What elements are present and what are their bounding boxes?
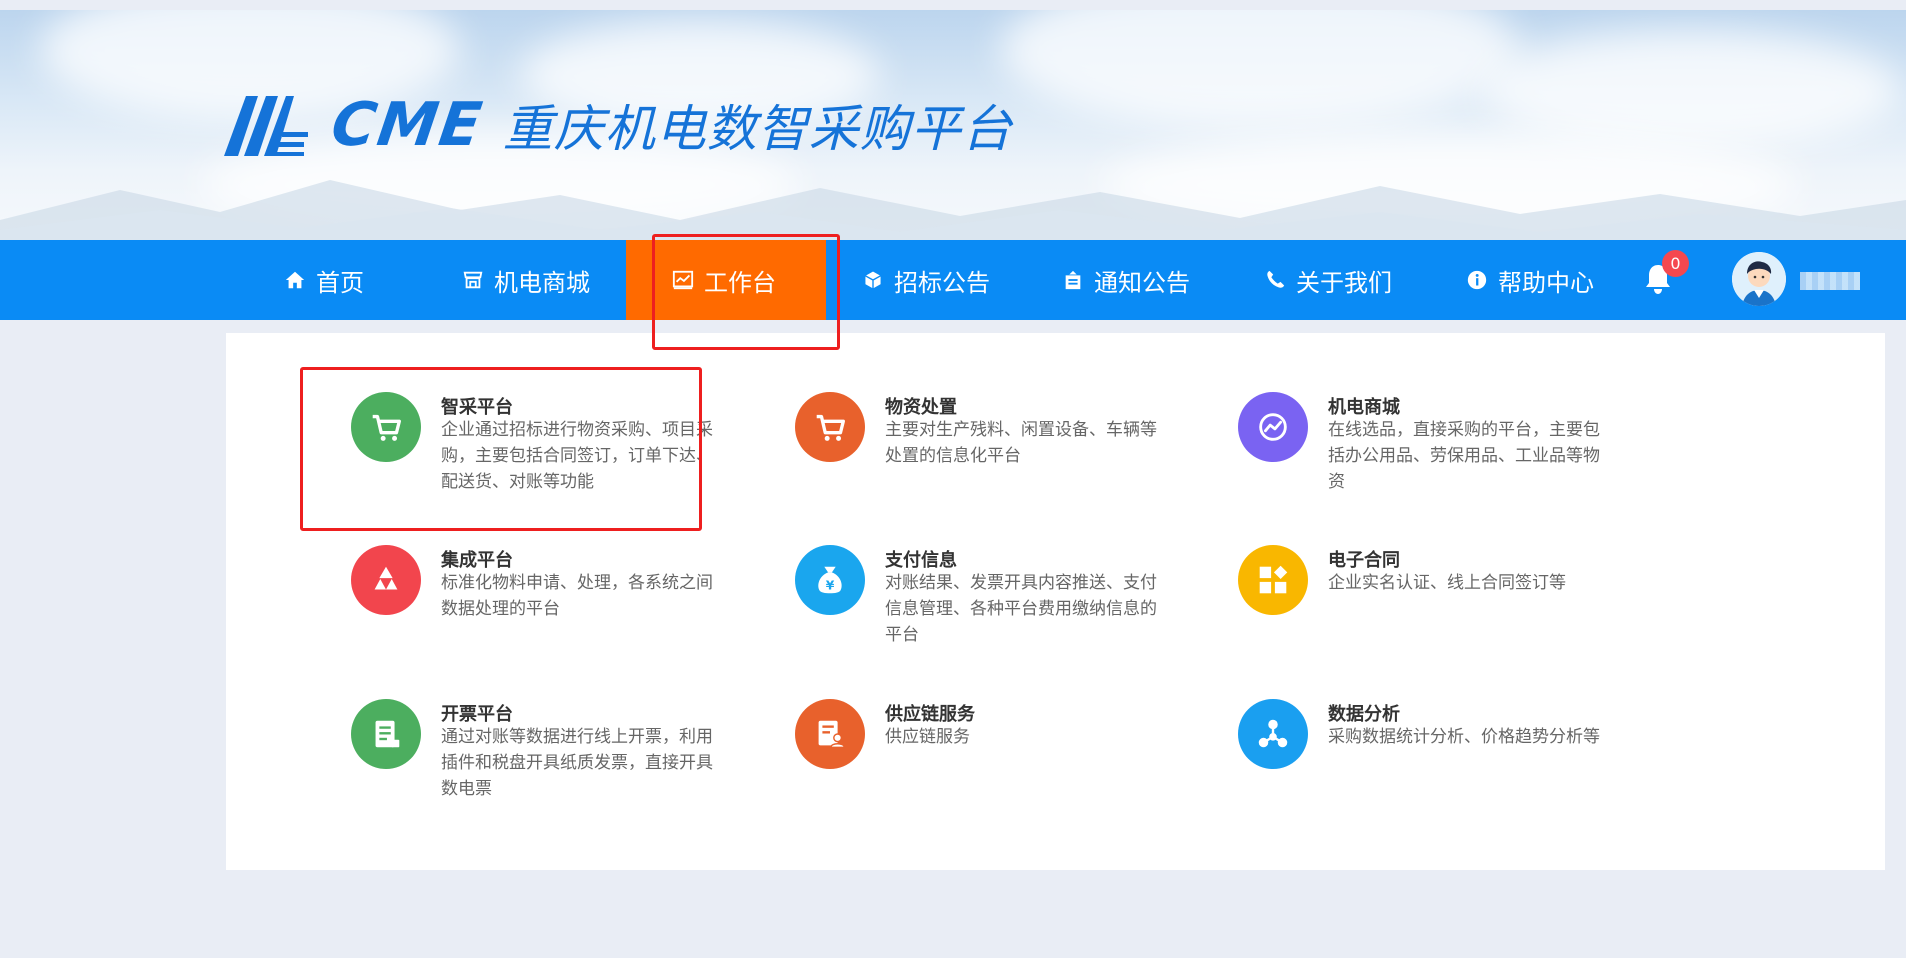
card-icon [351,699,421,769]
card-title: 电子合同 [1328,550,1400,571]
cube-icon [864,270,882,290]
nav-label: 通知公告 [1094,268,1190,297]
money-bag-icon: ¥ [818,566,842,594]
site-title: 重庆机电数智采购平台 [502,100,1013,158]
card-desc: 通过对账等数据进行线上开票，利用插件和税盘开具纸质发票，直接开具数电票 [441,727,713,799]
info-icon [1467,270,1487,290]
nav-label: 招标公告 [894,268,990,297]
card-title: 物资处置 [885,397,957,418]
card-desc: 对账结果、发票开具内容推送、支付信息管理、各种平台费用缴纳信息的平台 [885,573,1157,645]
nav-help[interactable]: 帮助中心 [1466,240,1594,320]
card-icon [1238,699,1308,769]
card-icon [1238,545,1308,615]
cart-icon [816,414,845,441]
card-icon: ¥ [795,545,865,615]
avatar-icon [1732,252,1786,306]
card-title: 供应链服务 [885,704,975,725]
cme-logo-mark-icon [224,96,308,156]
svg-text:¥: ¥ [826,579,835,593]
card-icon [351,545,421,615]
card-desc: 采购数据统计分析、价格趋势分析等 [1328,727,1600,747]
annotation-box-smart-procurement [300,367,702,531]
card-icon [1238,392,1308,462]
card-desc: 在线选品，直接采购的平台，主要包括办公用品、劳保用品、工业品等物资 [1328,420,1600,492]
nav-about[interactable]: 关于我们 [1264,240,1392,320]
card-icon [795,699,865,769]
blocks-icon [1259,565,1288,594]
notification-badge: 0 [1662,250,1689,277]
annotation-box-workbench [652,234,840,350]
store-icon [463,271,483,289]
document-user-icon [818,720,845,749]
card-title: 数据分析 [1328,704,1400,725]
logo-cme-text: CME [327,90,488,160]
nav-label: 帮助中心 [1498,268,1594,297]
card-desc: 主要对生产残料、闲置设备、车辆等处置的信息化平台 [885,420,1157,466]
network-icon [1258,719,1288,748]
card-icon [795,392,865,462]
card-title: 机电商城 [1328,397,1400,418]
nav-label: 关于我们 [1296,268,1392,297]
notice-icon [1065,270,1081,290]
card-desc: 企业实名认证、线上合同签订等 [1328,573,1566,593]
nav-notices[interactable]: 通知公告 [1062,240,1190,320]
username-redacted [1800,272,1860,290]
nav-label: 首页 [316,268,364,297]
card-title: 开票平台 [441,704,513,725]
nav-mall[interactable]: 机电商城 [462,240,590,320]
card-title: 支付信息 [885,550,957,571]
card-desc: 标准化物料申请、处理，各系统之间数据处理的平台 [441,573,713,619]
nav-bidding[interactable]: 招标公告 [862,240,990,320]
main-nav: 首页 机电商城 工作台 招标公告 通知公告 关于我们 帮助中心 [0,240,1906,320]
nav-home[interactable]: 首页 [284,240,364,320]
user-avatar[interactable] [1732,252,1786,306]
trend-icon [1259,413,1287,441]
card-title: 集成平台 [441,550,513,571]
nav-label: 机电商城 [494,268,590,297]
mountains-decoration [0,180,1906,240]
home-icon [285,271,305,289]
phone-icon [1267,270,1285,288]
card-desc: 供应链服务 [885,727,970,747]
invoice-icon [375,720,400,748]
recycle-icon [374,566,398,590]
brand-logo[interactable]: CME 重庆机电数智采购平台 [224,90,1013,160]
